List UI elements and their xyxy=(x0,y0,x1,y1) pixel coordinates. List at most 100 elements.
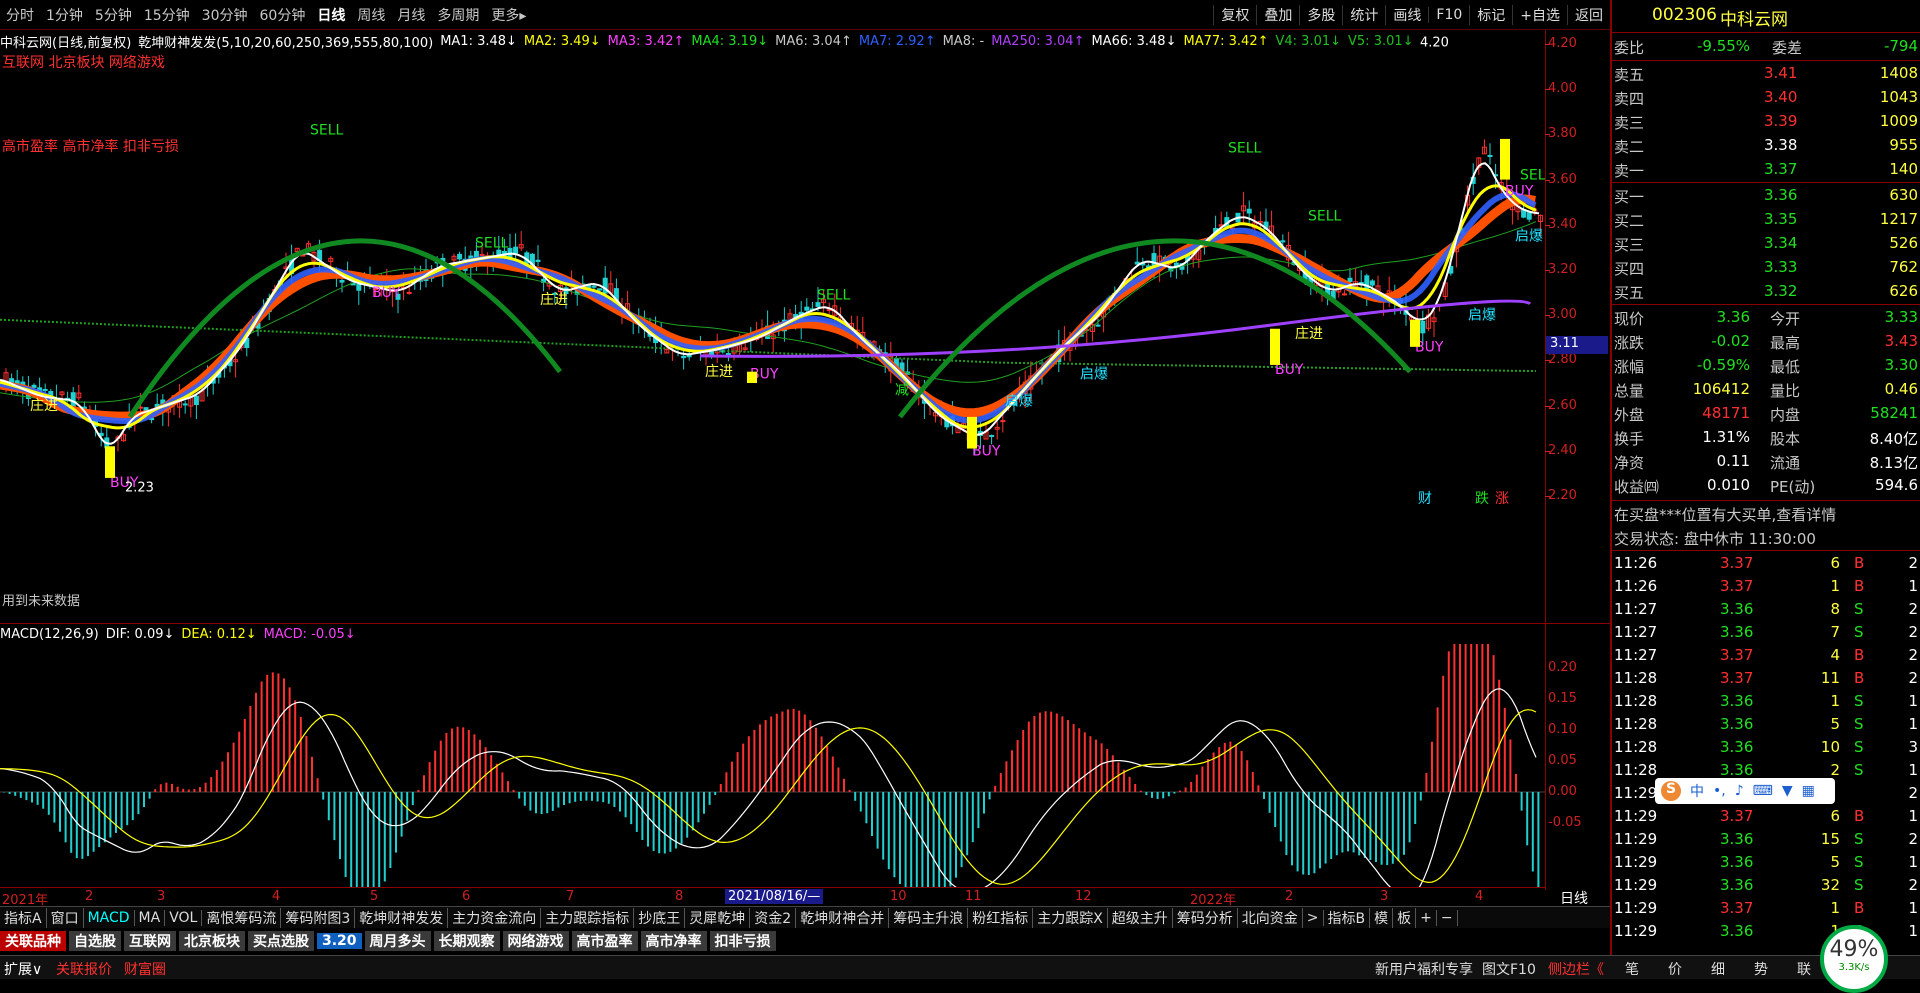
indicator-tab-24[interactable]: + xyxy=(1416,909,1437,926)
block-tab-8[interactable]: 网络游戏 xyxy=(502,931,569,951)
notice-text[interactable]: 在买盘***位置有大买单,查看详情 xyxy=(1614,504,1836,525)
stat-label: 股本 xyxy=(1770,430,1801,448)
block-tab-4[interactable]: 买点选股 xyxy=(248,931,314,951)
bid-row-2[interactable]: 买三 3.34 526 xyxy=(1612,232,1920,256)
indicator-tab-6[interactable]: 筹码附图3 xyxy=(281,907,356,928)
indicator-tab-19[interactable]: 北向资金 xyxy=(1238,907,1303,928)
period-5[interactable]: 60分钟 xyxy=(254,5,312,25)
bottom-left-0[interactable]: 扩展∨ xyxy=(4,959,42,979)
indicator-tab-7[interactable]: 乾坤财神发发 xyxy=(355,907,449,928)
bottom-right-2[interactable]: 侧边栏《 xyxy=(1548,959,1604,979)
ime-lang-icon[interactable]: 中 xyxy=(1690,781,1704,801)
indicator-tab-14[interactable]: 筹码主升浪 xyxy=(889,907,969,928)
indicator-tab-21[interactable]: 指标B xyxy=(1324,907,1371,928)
indicator-tab-23[interactable]: 板 xyxy=(1393,907,1417,928)
indicator-tab-18[interactable]: 筹码分析 xyxy=(1173,907,1238,928)
period-label[interactable]: 日线 xyxy=(1560,888,1588,908)
ime-punct-icon[interactable]: •, xyxy=(1713,783,1726,799)
bottom-right-0[interactable]: 新用户福利专享 xyxy=(1375,959,1473,979)
price-tick: 2.80 xyxy=(1548,352,1577,368)
period-6[interactable]: 日线 xyxy=(311,5,351,25)
bottom-left-2[interactable]: 财富圈 xyxy=(124,959,166,979)
ime-keyboard-icon[interactable]: ⌨ xyxy=(1753,783,1773,799)
indicator-tab-3[interactable]: MA xyxy=(135,909,166,926)
toolbar-button-2[interactable]: 多股 xyxy=(1299,4,1342,25)
toolbar-button-0[interactable]: 复权 xyxy=(1213,4,1256,25)
toolbar-button-1[interactable]: 叠加 xyxy=(1256,4,1299,25)
bid-row-0[interactable]: 买一 3.36 630 xyxy=(1612,184,1920,208)
indicator-tab-5[interactable]: 离恨筹码流 xyxy=(202,907,282,928)
panel-tab-0[interactable]: 笔 xyxy=(1625,959,1639,979)
toolbar-button-8[interactable]: 返回 xyxy=(1567,4,1610,25)
period-9[interactable]: 多周期 xyxy=(431,5,485,25)
indicator-tab-17[interactable]: 超级主升 xyxy=(1108,907,1173,928)
block-tab-0[interactable]: 关联品种 xyxy=(0,931,66,951)
ime-skin-icon[interactable]: ▼ xyxy=(1782,783,1793,799)
panel-tab-2[interactable]: 细 xyxy=(1711,959,1725,979)
ime-toolbar[interactable]: S 中 •, ♪ ⌨ ▼ ▦ xyxy=(1655,778,1835,804)
panel-tab-4[interactable]: 联 xyxy=(1797,959,1811,979)
indicator-tab-10[interactable]: 抄底王 xyxy=(634,907,686,928)
indicator-tab-13[interactable]: 乾坤财神合并 xyxy=(796,907,890,928)
period-3[interactable]: 15分钟 xyxy=(138,5,196,25)
toolbar-button-4[interactable]: 画线 xyxy=(1385,4,1428,25)
macd-chart[interactable] xyxy=(0,644,1545,887)
indicator-tab-0[interactable]: 指标A xyxy=(0,907,47,928)
indicator-tab-22[interactable]: 模 xyxy=(1370,907,1394,928)
bid-row-4[interactable]: 买五 3.32 626 xyxy=(1612,280,1920,304)
block-tab-3[interactable]: 北京板块 xyxy=(179,931,245,951)
bottom-left-1[interactable]: 关联报价 xyxy=(56,959,112,979)
indicator-tab-8[interactable]: 主力资金流向 xyxy=(448,907,542,928)
period-10[interactable]: 更多▸ xyxy=(485,5,532,25)
toolbar-button-6[interactable]: 标记 xyxy=(1469,4,1512,25)
block-tab-6[interactable]: 周月多头 xyxy=(364,931,431,951)
ime-logo-icon[interactable]: S xyxy=(1661,781,1681,801)
ask-row-3[interactable]: 卖二 3.38 955 xyxy=(1612,134,1920,158)
indicator-tab-1[interactable]: 窗口 xyxy=(47,907,84,928)
macd-title[interactable]: MACD(12,26,9) xyxy=(0,627,99,642)
indicator-tab-11[interactable]: 灵犀乾坤 xyxy=(685,907,751,928)
block-tab-2[interactable]: 互联网 xyxy=(124,931,176,951)
toolbar-button-7[interactable]: +自选 xyxy=(1512,4,1567,25)
toolbar-button-3[interactable]: 统计 xyxy=(1342,4,1385,25)
block-tab-9[interactable]: 高市盈率 xyxy=(571,931,638,951)
speed-gauge[interactable]: 49% 3.3K/s xyxy=(1820,925,1888,993)
indicator-tab-25[interactable]: − xyxy=(1437,909,1458,926)
ask-row-1[interactable]: 卖四 3.40 1043 xyxy=(1612,86,1920,110)
block-tab-11[interactable]: 扣非亏损 xyxy=(709,931,776,951)
indicator-tab-9[interactable]: 主力跟踪指标 xyxy=(541,907,635,928)
indicator-tab-15[interactable]: 粉红指标 xyxy=(968,907,1034,928)
period-0[interactable]: 分时 xyxy=(0,5,40,25)
block-tab-1[interactable]: 自选股 xyxy=(69,931,121,951)
kline-chart[interactable]: SELLSELLSELLSELLSELLSELLBUYBUYBUYBUYBUYB… xyxy=(0,30,1545,625)
bid-row-3[interactable]: 买四 3.33 762 xyxy=(1612,256,1920,280)
indicator-tab-20[interactable]: > xyxy=(1303,909,1324,926)
ask-row-2[interactable]: 卖三 3.39 1009 xyxy=(1612,110,1920,134)
ime-mic-icon[interactable]: ♪ xyxy=(1735,783,1744,799)
tick-count: 2 xyxy=(1908,876,1918,894)
period-4[interactable]: 30分钟 xyxy=(196,5,254,25)
big-order-notice[interactable]: 在买盘***位置有大买单,查看详情 xyxy=(1612,502,1920,526)
ime-grid-icon[interactable]: ▦ xyxy=(1802,783,1815,799)
indicator-tab-4[interactable]: VOL xyxy=(165,909,203,926)
block-tab-10[interactable]: 高市净率 xyxy=(640,931,707,951)
period-2[interactable]: 5分钟 xyxy=(89,5,138,25)
period-1[interactable]: 1分钟 xyxy=(40,5,89,25)
period-7[interactable]: 周线 xyxy=(351,5,391,25)
stat-label: 换手 xyxy=(1614,430,1645,448)
ask-row-0[interactable]: 卖五 3.41 1408 xyxy=(1612,62,1920,86)
ask-row-4[interactable]: 卖一 3.37 140 xyxy=(1612,158,1920,182)
indicator-tab-12[interactable]: 资金2 xyxy=(750,907,797,928)
block-tab-5[interactable]: 3.20 xyxy=(317,933,362,949)
bid-row-1[interactable]: 买二 3.35 1217 xyxy=(1612,208,1920,232)
block-tab-7[interactable]: 长期观察 xyxy=(433,931,500,951)
tick-direction: B xyxy=(1854,807,1865,825)
panel-tab-1[interactable]: 价 xyxy=(1668,959,1682,979)
period-8[interactable]: 月线 xyxy=(391,5,431,25)
bottom-right-1[interactable]: 图文F10 xyxy=(1482,959,1536,979)
indicator-tab-2[interactable]: MACD xyxy=(84,909,135,926)
toolbar-button-5[interactable]: F10 xyxy=(1428,6,1469,23)
panel-tab-3[interactable]: 势 xyxy=(1754,959,1768,979)
date-tick: 3 xyxy=(1380,889,1389,904)
indicator-tab-16[interactable]: 主力跟踪X xyxy=(1033,907,1108,928)
